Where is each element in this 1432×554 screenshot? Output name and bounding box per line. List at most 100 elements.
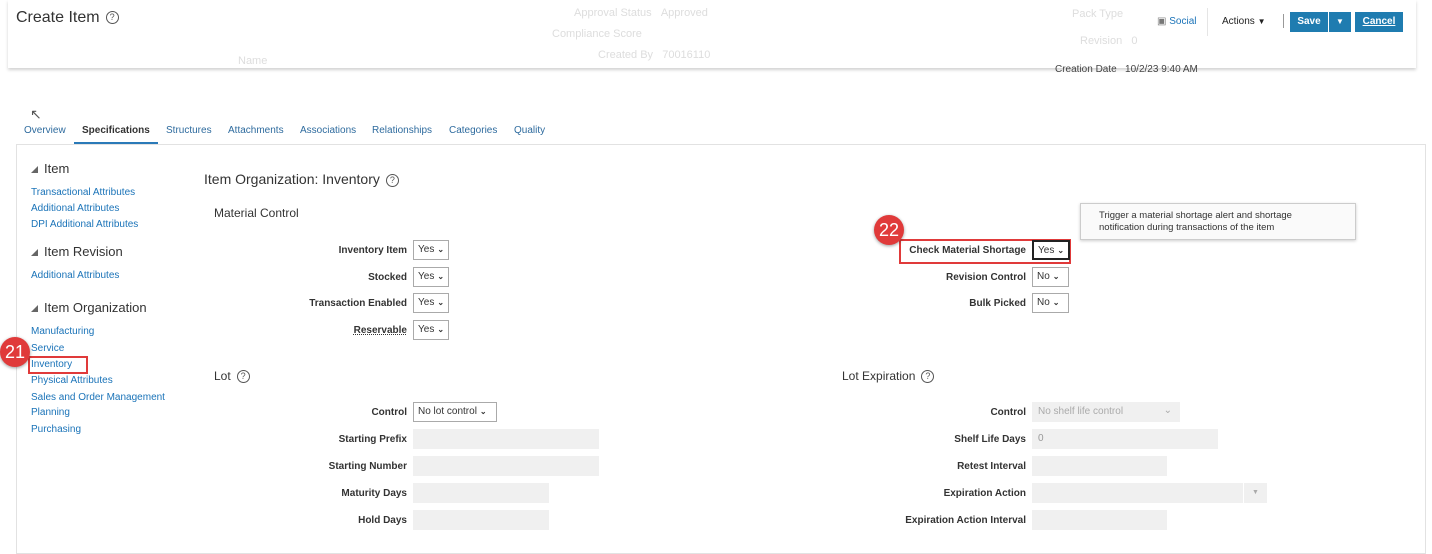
tab-overview[interactable]: Overview xyxy=(24,125,66,142)
help-icon[interactable]: ? xyxy=(105,11,119,25)
sidebar-link[interactable]: Service xyxy=(31,343,64,354)
field-label: Inventory Item xyxy=(338,245,407,256)
starting-number-input[interactable] xyxy=(413,456,599,476)
sidebar-link[interactable]: Purchasing xyxy=(31,424,81,435)
field-label: Shelf Life Days xyxy=(954,434,1026,445)
tab-categories[interactable]: Categories xyxy=(449,125,497,142)
collapse-icon xyxy=(31,249,38,256)
field-label: Maturity Days xyxy=(341,488,407,499)
bg-field: Name xyxy=(238,55,268,67)
tab-specifications[interactable]: Specifications xyxy=(74,125,158,145)
help-icon[interactable]: ? xyxy=(385,173,399,187)
field-label: Expiration Action xyxy=(943,488,1026,499)
sidebar-link[interactable]: Physical Attributes xyxy=(31,375,113,386)
field-label: Check Material Shortage xyxy=(909,245,1026,256)
field-label: Reservable xyxy=(353,325,407,336)
divider xyxy=(1207,8,1208,36)
field-label: Control xyxy=(990,407,1026,418)
revision-control-select[interactable]: No ⌄ xyxy=(1032,267,1069,287)
creation-date: Creation Date 10/2/23 9:40 AM xyxy=(1055,64,1198,75)
divider xyxy=(1283,14,1284,28)
chevron-down-icon: ⌄ xyxy=(1052,298,1060,307)
caret-down-icon: ▼ xyxy=(1257,17,1266,26)
inventory-item-select[interactable]: Yes ⌄ xyxy=(413,240,450,260)
social-button[interactable]: ▣ Social xyxy=(1157,16,1196,27)
chevron-down-icon: ⌄ xyxy=(437,245,445,254)
sidebar-link[interactable]: Sales and Order Management xyxy=(31,392,165,403)
check-material-shortage-select[interactable]: Yes ⌄ xyxy=(1032,240,1071,260)
expiration-action-select[interactable]: ▼ xyxy=(1032,483,1267,503)
reservable-select[interactable]: Yes ⌄ xyxy=(413,320,450,340)
lot-control-select[interactable]: No lot control ⌄ xyxy=(413,402,497,422)
chevron-down-icon: ⌄ xyxy=(437,272,445,281)
social-icon: ▣ xyxy=(1157,16,1167,27)
lot-heading: Lot? xyxy=(214,369,250,384)
field-label: Retest Interval xyxy=(957,461,1026,472)
bg-field: Revision 0 xyxy=(1080,35,1138,47)
field-label: Transaction Enabled xyxy=(309,298,407,309)
cursor-icon: ↖ xyxy=(30,106,42,122)
expiration-action-interval-input[interactable] xyxy=(1032,510,1167,530)
sidebar-group-item-organization[interactable]: Item Organization xyxy=(31,300,147,315)
section-title: Item Organization: Inventory? xyxy=(204,171,399,187)
tab-attachments[interactable]: Attachments xyxy=(228,125,284,142)
chevron-down-icon: ⌄ xyxy=(1052,272,1060,281)
help-icon[interactable]: ? xyxy=(236,370,250,384)
field-label: Hold Days xyxy=(358,515,407,526)
save-button[interactable]: Save xyxy=(1290,12,1328,32)
shelf-life-days-input[interactable]: 0 xyxy=(1032,429,1218,449)
collapse-icon xyxy=(31,305,38,312)
bg-field: Compliance Score xyxy=(552,28,642,40)
field-label: Starting Number xyxy=(328,461,407,472)
sidebar-link[interactable]: Additional Attributes xyxy=(31,270,119,281)
field-label: Stocked xyxy=(368,272,407,283)
help-icon[interactable]: ? xyxy=(921,370,935,384)
cancel-button[interactable]: Cancel xyxy=(1355,12,1403,32)
chevron-down-icon: ⌄ xyxy=(437,325,445,334)
sidebar-link[interactable]: Transactional Attributes xyxy=(31,187,135,198)
hold-days-input[interactable] xyxy=(413,510,549,530)
retest-interval-input[interactable] xyxy=(1032,456,1167,476)
page-title: Create Item? xyxy=(16,9,119,27)
caret-down-icon: ▼ xyxy=(1243,483,1267,503)
chevron-down-icon: ⌄ xyxy=(479,407,487,416)
starting-prefix-input[interactable] xyxy=(413,429,599,449)
material-control-heading: Material Control xyxy=(214,206,299,220)
field-label: Bulk Picked xyxy=(969,298,1026,309)
caret-down-icon: ▼ xyxy=(1336,17,1344,26)
sidebar-link[interactable]: Additional Attributes xyxy=(31,203,119,214)
bg-field: Created By 70016110 xyxy=(598,49,711,61)
lot-expiration-heading: Lot Expiration? xyxy=(842,369,935,384)
sidebar-link[interactable]: DPI Additional Attributes xyxy=(31,219,138,230)
bg-field: Pack Type xyxy=(1072,8,1124,20)
save-menu-button[interactable]: ▼ xyxy=(1329,12,1351,32)
transaction-enabled-select[interactable]: Yes ⌄ xyxy=(413,293,450,313)
tab-structures[interactable]: Structures xyxy=(166,125,212,142)
sidebar-link[interactable]: Manufacturing xyxy=(31,326,94,337)
chevron-down-icon: ⌄ xyxy=(437,298,445,307)
tooltip: Trigger a material shortage alert and sh… xyxy=(1080,203,1356,240)
sidebar-group-item[interactable]: Item xyxy=(31,161,69,176)
callout-badge-21: 21 xyxy=(0,337,30,367)
field-label: Starting Prefix xyxy=(338,434,407,445)
sidebar-link[interactable]: Planning xyxy=(31,407,70,418)
field-label: Control xyxy=(371,407,407,418)
actions-menu[interactable]: Actions ▼ xyxy=(1222,16,1266,27)
chevron-down-icon: ⌄ xyxy=(1163,405,1172,416)
callout-badge-22: 22 xyxy=(874,215,904,245)
bg-field: Approval Status Approved xyxy=(574,7,708,19)
bulk-picked-select[interactable]: No ⌄ xyxy=(1032,293,1069,313)
field-label: Revision Control xyxy=(945,272,1026,283)
shelf-life-control-select[interactable]: No shelf life control ⌄ xyxy=(1032,402,1180,422)
stocked-select[interactable]: Yes ⌄ xyxy=(413,267,450,287)
tab-relationships[interactable]: Relationships xyxy=(372,125,432,142)
tab-quality[interactable]: Quality xyxy=(514,125,545,142)
maturity-days-input[interactable] xyxy=(413,483,549,503)
collapse-icon xyxy=(31,166,38,173)
callout-highlight xyxy=(28,356,88,374)
tab-associations[interactable]: Associations xyxy=(300,125,356,142)
header-bar xyxy=(8,0,1416,68)
chevron-down-icon: ⌄ xyxy=(1057,246,1065,255)
field-label: Expiration Action Interval xyxy=(905,515,1026,526)
sidebar-group-item-revision[interactable]: Item Revision xyxy=(31,244,123,259)
